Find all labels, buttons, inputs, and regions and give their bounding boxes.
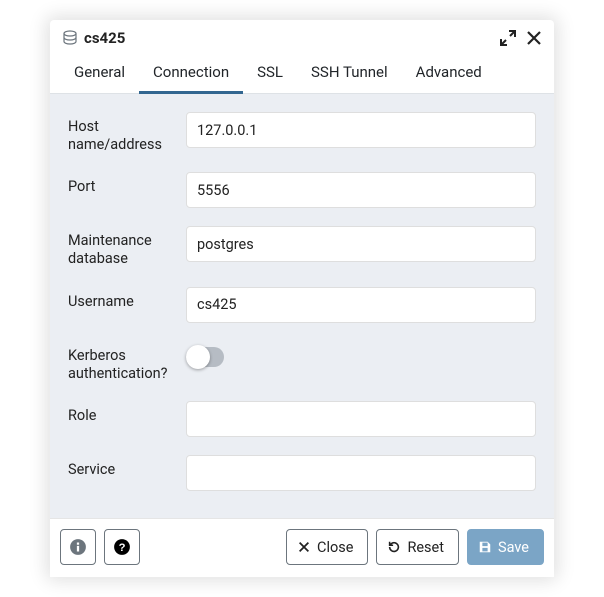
username-input[interactable] bbox=[186, 287, 536, 323]
kerberos-label: Kerberos authentication? bbox=[68, 341, 186, 383]
save-button-label: Save bbox=[498, 539, 529, 556]
service-input[interactable] bbox=[186, 455, 536, 491]
row-username: Username bbox=[68, 287, 536, 323]
role-label: Role bbox=[68, 401, 186, 425]
toggle-knob bbox=[186, 345, 210, 369]
titlebar: cs425 bbox=[50, 20, 554, 53]
port-label: Port bbox=[68, 172, 186, 196]
role-input[interactable] bbox=[186, 401, 536, 437]
svg-text:?: ? bbox=[119, 542, 126, 554]
host-input[interactable] bbox=[186, 112, 536, 148]
help-button[interactable]: ? bbox=[104, 529, 140, 565]
maintdb-input[interactable] bbox=[186, 226, 536, 262]
connection-panel: Host name/address Port Maintenance datab… bbox=[50, 94, 554, 518]
tab-ssh-tunnel[interactable]: SSH Tunnel bbox=[297, 53, 402, 94]
tab-connection[interactable]: Connection bbox=[139, 53, 243, 94]
info-button[interactable] bbox=[60, 529, 96, 565]
port-input[interactable] bbox=[186, 172, 536, 208]
close-button-label: Close bbox=[317, 539, 353, 556]
server-dialog: cs425 General Connection SSL SSH Tunnel … bbox=[50, 20, 554, 577]
row-role: Role bbox=[68, 401, 536, 437]
dialog-title: cs425 bbox=[84, 29, 490, 47]
host-label: Host name/address bbox=[68, 112, 186, 154]
maintdb-label: Maintenance database bbox=[68, 226, 186, 268]
reset-button-label: Reset bbox=[407, 539, 444, 556]
reset-button[interactable]: Reset bbox=[376, 529, 459, 565]
tab-ssl[interactable]: SSL bbox=[243, 53, 297, 94]
database-icon bbox=[62, 30, 78, 46]
tab-general[interactable]: General bbox=[60, 53, 139, 94]
username-label: Username bbox=[68, 287, 186, 311]
service-label: Service bbox=[68, 455, 186, 479]
save-button[interactable]: Save bbox=[467, 529, 544, 565]
row-kerberos: Kerberos authentication? bbox=[68, 341, 536, 383]
tab-bar: General Connection SSL SSH Tunnel Advanc… bbox=[50, 53, 554, 94]
row-host: Host name/address bbox=[68, 112, 536, 154]
close-button[interactable]: Close bbox=[286, 529, 368, 565]
kerberos-toggle[interactable] bbox=[186, 347, 224, 367]
row-maintdb: Maintenance database bbox=[68, 226, 536, 268]
row-port: Port bbox=[68, 172, 536, 208]
dialog-footer: ? Close Reset Save bbox=[50, 518, 554, 577]
row-service: Service bbox=[68, 455, 536, 491]
close-icon[interactable] bbox=[526, 30, 542, 46]
expand-icon[interactable] bbox=[500, 30, 516, 46]
tab-advanced[interactable]: Advanced bbox=[402, 53, 496, 94]
